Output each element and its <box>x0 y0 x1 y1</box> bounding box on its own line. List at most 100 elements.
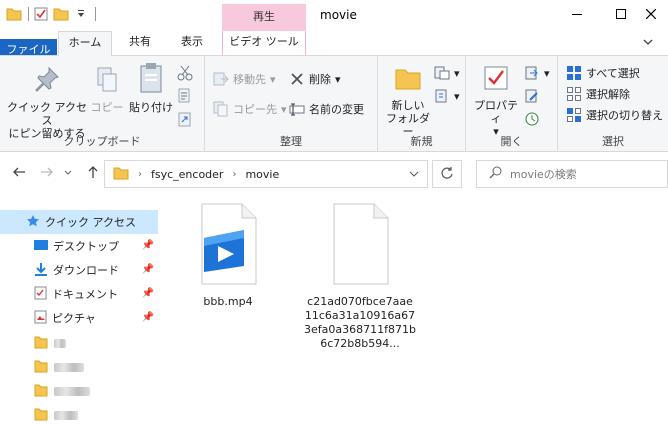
select-all-label: すべて選択 <box>586 67 640 80</box>
delete-button[interactable]: 削除 ▾ <box>289 68 341 90</box>
new-folder-label-1: 新しい <box>391 99 425 112</box>
copy-to-icon <box>213 101 229 117</box>
desktop-icon <box>34 239 48 254</box>
new-item-button[interactable]: ▾ <box>434 62 460 84</box>
pin-icon[interactable]: 📌 <box>142 240 154 251</box>
customize-dropdown-icon[interactable] <box>73 6 89 22</box>
pin-icon[interactable]: 📌 <box>142 312 154 323</box>
nav-quick-access-label: クイック アクセス <box>45 216 136 229</box>
breadcrumb-item[interactable]: movie <box>245 168 279 181</box>
new-item-icon <box>434 65 450 81</box>
maximize-icon <box>616 9 626 22</box>
new-folder-icon[interactable] <box>53 6 69 22</box>
pin-icon[interactable]: 📌 <box>142 288 154 299</box>
nav-folder-redacted[interactable] <box>0 355 158 379</box>
recent-locations-button[interactable] <box>62 164 74 182</box>
open-group-label: 開く <box>500 135 523 148</box>
up-button[interactable] <box>84 164 102 182</box>
rename-label: 名前の変更 <box>309 103 364 116</box>
address-bar[interactable]: › fsyc_encoder › movie <box>104 160 428 188</box>
pin-icon[interactable]: 📌 <box>142 264 154 275</box>
nav-pictures-label: ピクチャ <box>52 312 96 325</box>
address-dropdown-icon[interactable] <box>409 168 419 181</box>
copy-label: コピー <box>90 101 124 114</box>
select-group: すべて選択 選択解除 選択の切り替え 選択 <box>558 56 668 152</box>
rename-icon <box>289 101 305 117</box>
history-button[interactable] <box>524 108 540 130</box>
properties-button[interactable]: プロパティ ▾ <box>470 64 522 138</box>
organize-group: 移動先 ▾ コピー先 ▾ 削除 ▾ 名前の変更 整理 <box>205 56 378 152</box>
delete-x-icon <box>289 71 305 87</box>
file-item[interactable]: bbb.mp4 <box>172 202 284 309</box>
chevron-down-icon: ▾ <box>335 72 341 86</box>
edit-icon <box>524 88 540 104</box>
expand-ribbon-icon[interactable] <box>642 36 656 50</box>
redacted-label <box>54 362 84 372</box>
clipboard-icon <box>137 62 165 97</box>
navigation-bar: › fsyc_encoder › movie movieの検索 <box>0 152 668 194</box>
pin-quick-access-button[interactable]: クイック アクセス にピン留めする <box>6 66 88 140</box>
move-to-label: 移動先 <box>233 73 266 86</box>
nav-downloads-label: ダウンロード <box>53 264 119 277</box>
chevron-down-icon: ▾ <box>270 72 276 86</box>
chevron-down-icon: ▾ <box>454 66 460 80</box>
nav-desktop[interactable]: デスクトップ 📌 <box>0 234 158 258</box>
select-all-button[interactable]: すべて選択 <box>566 62 640 84</box>
folder-icon <box>34 359 48 376</box>
forward-button[interactable] <box>38 164 56 182</box>
close-button[interactable] <box>634 0 668 31</box>
minimize-button[interactable] <box>554 0 600 31</box>
move-to-button[interactable]: 移動先 ▾ <box>213 68 276 90</box>
paste-button[interactable]: 貼り付け <box>126 62 176 114</box>
nav-downloads[interactable]: ダウンロード 📌 <box>0 258 158 282</box>
file-name: c21ad070fbce7aae11c6a31a10916a673efa0a36… <box>304 295 416 350</box>
search-box[interactable]: movieの検索 <box>476 160 668 188</box>
open-button[interactable]: ▾ <box>524 62 550 84</box>
copy-to-button[interactable]: コピー先 ▾ <box>213 98 287 120</box>
nav-quick-access[interactable]: クイック アクセス <box>0 210 158 234</box>
tab-home[interactable]: ホーム <box>58 31 112 56</box>
breadcrumb-item[interactable]: fsyc_encoder <box>151 168 223 181</box>
clipboard-group: クイック アクセス にピン留めする コピー 貼り付け クリップボード <box>0 56 205 152</box>
back-button[interactable] <box>10 164 28 182</box>
invert-selection-button[interactable]: 選択の切り替え <box>566 104 663 126</box>
new-group: 新しい フォルダー ▾ ▾ 新規 <box>378 56 466 152</box>
arrow-right-icon <box>40 165 54 182</box>
paste-shortcut-button[interactable] <box>177 108 193 130</box>
nav-folder-redacted[interactable] <box>0 403 158 424</box>
file-list: bbb.mp4 c21ad070fbce7aae11c6a31a10916a67… <box>160 194 668 424</box>
title-bar: 再生 movie <box>0 0 668 31</box>
properties-check-icon[interactable] <box>33 6 49 22</box>
open-icon <box>524 65 540 81</box>
tab-view[interactable]: 表示 <box>170 31 214 55</box>
folder-icon <box>34 383 48 400</box>
nav-documents[interactable]: ドキュメント 📌 <box>0 282 158 306</box>
easy-access-icon <box>434 88 450 104</box>
minimize-icon <box>572 9 582 22</box>
redacted-label <box>54 386 90 396</box>
cut-button[interactable] <box>177 62 193 84</box>
tab-video-tools[interactable]: ビデオ ツール <box>222 31 306 55</box>
generic-file-icon <box>326 202 394 289</box>
nav-folder-redacted[interactable] <box>0 331 158 355</box>
copy-button[interactable]: コピー <box>90 66 124 114</box>
file-item[interactable]: c21ad070fbce7aae11c6a31a10916a673efa0a36… <box>304 202 416 351</box>
new-folder-icon <box>394 64 422 95</box>
rename-button[interactable]: 名前の変更 <box>289 98 364 120</box>
nav-pictures[interactable]: ピクチャ 📌 <box>0 306 158 330</box>
select-group-label: 選択 <box>602 135 624 148</box>
easy-access-button[interactable]: ▾ <box>434 85 460 107</box>
open-group: プロパティ ▾ ▾ 開く <box>466 56 558 152</box>
ribbon-tabs: ファイル ホーム 共有 表示 ビデオ ツール <box>0 31 668 63</box>
refresh-button[interactable] <box>432 160 462 188</box>
tab-share[interactable]: 共有 <box>118 31 162 55</box>
search-placeholder: movieの検索 <box>510 168 577 181</box>
select-none-button[interactable]: 選択解除 <box>566 83 630 105</box>
edit-button[interactable] <box>524 85 540 107</box>
window-title: movie <box>320 8 357 22</box>
nav-folder-redacted[interactable] <box>0 379 158 403</box>
close-icon <box>645 8 657 22</box>
new-folder-button[interactable]: 新しい フォルダー <box>382 64 434 138</box>
copy-path-button[interactable] <box>177 85 193 107</box>
toolbar-divider <box>95 7 96 21</box>
